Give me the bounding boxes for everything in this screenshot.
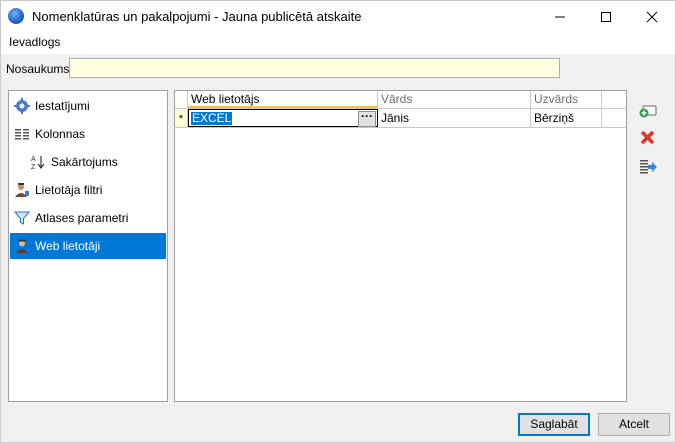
sort-az-icon: A Z bbox=[31, 156, 45, 170]
minimize-icon bbox=[555, 16, 565, 18]
user-filter-icon bbox=[15, 183, 29, 197]
nav-item-atlases-parametri[interactable]: Atlases parametri bbox=[9, 205, 165, 231]
delete-icon bbox=[640, 130, 655, 145]
nav-item-iestatijumi[interactable]: Iestatījumi bbox=[9, 93, 165, 119]
table-row[interactable]: * EXCEL ··· Jānis Bērziņš bbox=[175, 109, 626, 128]
window-title: Nomenklatūras un pakalpojumi - Jauna pub… bbox=[32, 9, 362, 24]
save-button[interactable]: Saglabāt bbox=[518, 413, 590, 436]
svg-text:Z: Z bbox=[31, 164, 36, 170]
add-row-icon bbox=[639, 105, 657, 118]
web-users-grid: Web lietotājs Vārds Uzvārds * EXCEL ··· … bbox=[174, 90, 627, 402]
ellipsis-button[interactable]: ··· bbox=[358, 110, 376, 127]
maximize-icon bbox=[601, 12, 611, 22]
column-header-web-lietotajs[interactable]: Web lietotājs bbox=[188, 91, 378, 108]
columns-icon bbox=[15, 129, 29, 140]
add-row-button[interactable] bbox=[638, 100, 658, 120]
close-button[interactable] bbox=[629, 1, 675, 32]
cancel-button[interactable]: Atcelt bbox=[598, 413, 670, 436]
name-label: Nosaukums: bbox=[6, 62, 73, 76]
nav-label: Atlases parametri bbox=[35, 211, 129, 225]
dialog-window: Nomenklatūras un pakalpojumi - Jauna pub… bbox=[0, 0, 676, 443]
nav-item-kolonnas[interactable]: Kolonnas bbox=[9, 121, 165, 147]
delete-row-button[interactable] bbox=[638, 128, 658, 148]
dialog-footer: Saglabāt Atcelt bbox=[1, 406, 675, 442]
column-header-uzvards[interactable]: Uzvārds bbox=[531, 91, 602, 108]
web-user-value[interactable]: EXCEL bbox=[191, 112, 233, 125]
new-row-marker: * bbox=[175, 109, 188, 127]
close-icon bbox=[646, 11, 658, 23]
maximize-button[interactable] bbox=[583, 1, 629, 32]
name-input[interactable] bbox=[69, 58, 560, 78]
nav-label: Kolonnas bbox=[35, 127, 86, 141]
settings-nav: Iestatījumi Kolonnas A Z Sakārtojums Lie… bbox=[8, 90, 168, 402]
nav-label: Iestatījumi bbox=[35, 99, 90, 113]
web-user-icon bbox=[16, 239, 28, 253]
nav-item-sakartojums[interactable]: A Z Sakārtojums bbox=[9, 149, 165, 175]
svg-text:A: A bbox=[31, 156, 36, 163]
nav-label: Web lietotāji bbox=[35, 239, 101, 253]
nav-item-web-lietotaji[interactable]: Web lietotāji bbox=[10, 233, 166, 259]
title-bar: Nomenklatūras un pakalpojumi - Jauna pub… bbox=[1, 1, 675, 32]
last-name-cell[interactable]: Bērziņš bbox=[531, 109, 602, 127]
minimize-button[interactable] bbox=[537, 1, 583, 32]
row-header-corner bbox=[175, 91, 188, 108]
export-icon bbox=[640, 160, 657, 174]
nav-label: Lietotāja filtri bbox=[35, 183, 103, 197]
nav-item-lietotaja-filtri[interactable]: Lietotāja filtri bbox=[9, 177, 165, 203]
export-button[interactable] bbox=[638, 157, 658, 177]
gear-icon bbox=[14, 98, 30, 114]
funnel-icon bbox=[14, 211, 30, 225]
grid-header: Web lietotājs Vārds Uzvārds bbox=[175, 91, 626, 109]
nav-label: Sakārtojums bbox=[51, 155, 118, 169]
menu-bar: Ievadlogs bbox=[1, 32, 675, 54]
first-name-cell[interactable]: Jānis bbox=[378, 109, 531, 127]
column-header-vards[interactable]: Vārds bbox=[378, 91, 531, 108]
menu-item-ievadlogs[interactable]: Ievadlogs bbox=[9, 35, 60, 49]
app-icon bbox=[8, 8, 24, 24]
web-user-edit-cell[interactable]: EXCEL ··· bbox=[188, 109, 378, 127]
